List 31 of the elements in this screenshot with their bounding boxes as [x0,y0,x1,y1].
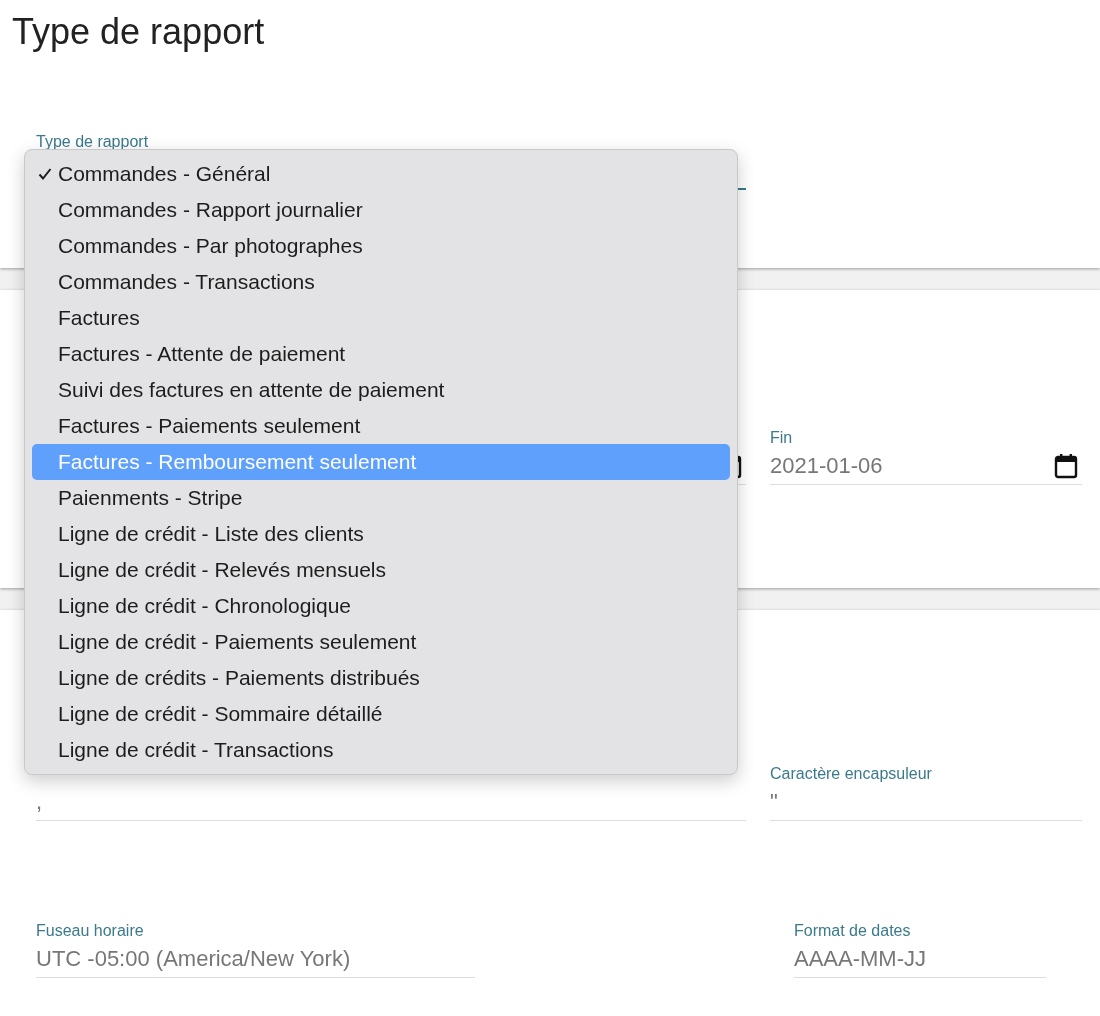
field-label: Fuseau horaire [36,921,145,941]
field-value: , [36,788,43,816]
field-label: Format de dates [794,921,912,941]
field-value: UTC -05:00 (America/New York) [36,945,351,973]
field-label: Caractère encapsuleur [770,764,933,784]
menu-option[interactable]: Ligne de crédit - Liste des clients [32,516,730,552]
text-field[interactable]: Format de dates AAAA-MM-JJ [794,921,1046,978]
menu-option[interactable]: Ligne de crédits - Paiements distribués [32,660,730,696]
field-value: AAAA-MM-JJ [794,945,926,973]
menu-option[interactable]: Factures [32,300,730,336]
menu-option[interactable]: Commandes - Général [32,156,730,192]
calendar-icon[interactable] [1054,453,1078,479]
text-field[interactable]: Fin 2021-01-06 [770,428,1082,485]
menu-option[interactable]: Suivi des factures en attente de paiement [32,372,730,408]
menu-option[interactable]: Paienments - Stripe [32,480,730,516]
menu-option[interactable]: Ligne de crédit - Paiements seulement [32,624,730,660]
menu-option[interactable]: Factures - Attente de paiement [32,336,730,372]
text-field[interactable]: Caractère encapsuleur " [770,764,1082,821]
menu-option[interactable]: Commandes - Par photographes [32,228,730,264]
menu-option[interactable]: Commandes - Rapport journalier [32,192,730,228]
field-label: Type de rapport [36,132,150,152]
menu-option[interactable]: Factures - Paiements seulement [32,408,730,444]
menu-option[interactable]: Ligne de crédit - Relevés mensuels [32,552,730,588]
field-label: Fin [770,428,794,448]
menu-option[interactable]: Ligne de crédit - Sommaire détaillé [32,696,730,732]
page-title: Type de rapport [12,12,266,52]
menu-option[interactable]: Commandes - Transactions [32,264,730,300]
field-value: 2021-01-06 [770,452,883,480]
menu-option[interactable]: Ligne de crédit - Chronologique [32,588,730,624]
text-field[interactable]: Fuseau horaire UTC -05:00 (America/New York) [36,921,475,978]
field-value: " [770,788,778,816]
